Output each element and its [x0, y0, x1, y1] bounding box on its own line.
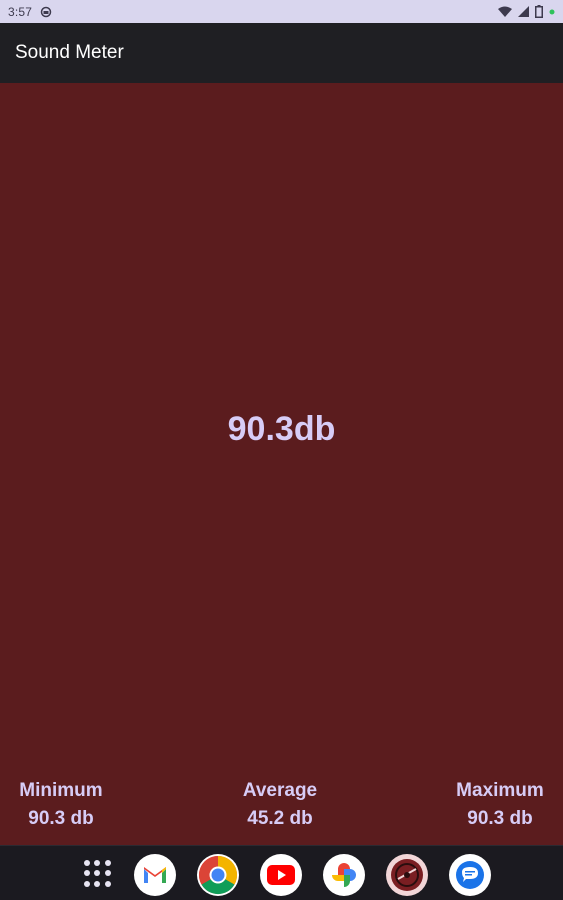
taskbar-dock: [0, 845, 563, 900]
minimum-label: Minimum: [19, 780, 103, 801]
average-value: 45.2 db: [247, 808, 313, 829]
messages-icon[interactable]: [449, 854, 491, 896]
clock: 3:57: [8, 4, 33, 19]
meter-panel: 90.3db Minimum 90.3 db Average 45.2 db M…: [0, 83, 563, 845]
battery-charge-dot: [549, 9, 555, 15]
photos-icon[interactable]: [323, 854, 365, 896]
youtube-icon[interactable]: [260, 854, 302, 896]
app-drawer-icon[interactable]: [84, 860, 112, 888]
signal-icon: [518, 6, 529, 17]
maximum-label: Maximum: [456, 780, 544, 801]
maximum-value: 90.3 db: [467, 808, 533, 829]
maximum-stat: Maximum 90.3 db: [452, 777, 548, 833]
notification-icon: [40, 6, 52, 18]
gmail-icon[interactable]: [134, 854, 176, 896]
chrome-icon[interactable]: [197, 854, 239, 896]
battery-icon: [535, 5, 543, 18]
minimum-stat: Minimum 90.3 db: [15, 777, 107, 833]
average-stat: Average 45.2 db: [234, 777, 326, 833]
app-bar: Sound Meter: [0, 23, 563, 83]
app-title: Sound Meter: [15, 42, 124, 63]
minimum-value: 90.3 db: [28, 808, 94, 829]
current-reading: 90.3db: [227, 410, 336, 448]
average-label: Average: [242, 780, 318, 801]
status-bar: 3:57: [0, 0, 563, 23]
wifi-icon: [498, 6, 512, 17]
sound-app-icon[interactable]: [386, 854, 428, 896]
